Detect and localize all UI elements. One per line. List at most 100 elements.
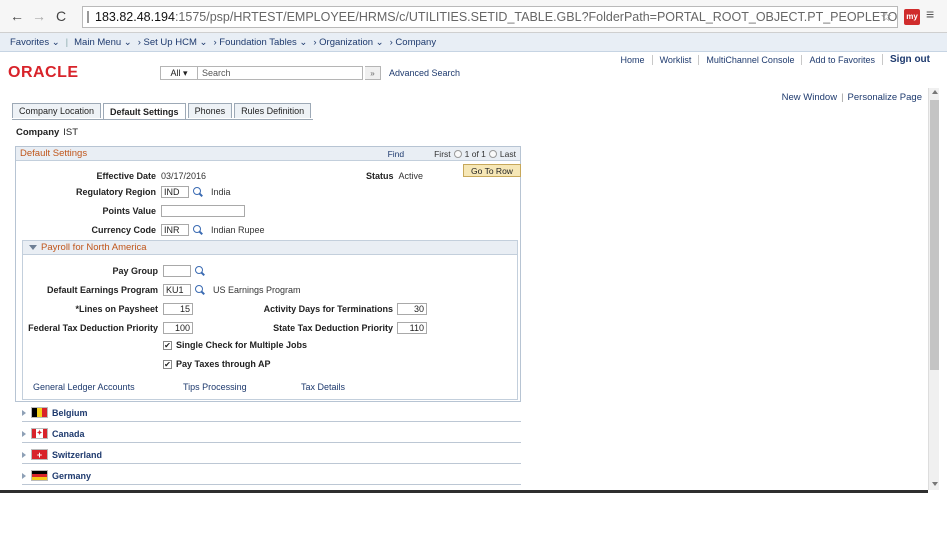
search-scope-select[interactable]: All ▾ — [160, 66, 198, 80]
multichannel-console-link[interactable]: MultiChannel Console — [698, 54, 801, 65]
search-area: All ▾ Search » Advanced Search — [160, 66, 460, 80]
browser-menu-icon[interactable]: ≡ — [926, 6, 934, 22]
next-row-icon[interactable] — [488, 150, 497, 158]
company-value: IST — [63, 127, 79, 138]
single-check-checkbox[interactable]: ✔ — [163, 340, 172, 350]
tax-details-link[interactable]: Tax Details — [301, 382, 345, 392]
favorites-menu[interactable]: Favorites ⌄ — [10, 37, 60, 48]
currency-code-input[interactable]: INR — [161, 224, 189, 236]
effective-date-value: 03/17/2016 — [161, 171, 207, 181]
extension-icon[interactable]: my — [904, 9, 920, 25]
pay-group-row: Pay Group — [23, 265, 205, 277]
collapse-triangle-icon[interactable] — [29, 245, 37, 250]
previous-row-icon[interactable] — [453, 150, 462, 158]
add-to-favorites-link[interactable]: Add to Favorites — [801, 54, 882, 65]
breadcrumb-setup-hcm[interactable]: › Set Up HCM ⌄ — [138, 37, 208, 48]
tab-company-location[interactable]: Company Location — [12, 103, 102, 118]
company-line: Company IST — [16, 127, 78, 138]
expand-triangle-icon[interactable] — [22, 451, 26, 458]
currency-code-lookup-icon[interactable] — [193, 225, 203, 235]
canada-flag-icon: ✦ — [31, 428, 48, 439]
currency-code-row: Currency Code INR Indian Rupee — [16, 224, 265, 236]
single-check-label: Single Check for Multiple Jobs — [176, 340, 308, 350]
bookmark-star-icon[interactable]: ☆ — [880, 9, 892, 25]
back-icon[interactable]: ← — [8, 7, 26, 25]
country-section-canada[interactable]: ✦ Canada — [22, 425, 521, 443]
country-section-germany[interactable]: Germany — [22, 467, 521, 485]
pay-group-input[interactable] — [163, 265, 191, 277]
personalize-page-link[interactable]: Personalize Page — [848, 92, 922, 103]
go-to-row-button[interactable]: Go To Row — [463, 164, 521, 177]
expand-triangle-icon[interactable] — [22, 472, 26, 479]
tab-phones[interactable]: Phones — [187, 103, 233, 118]
payroll-section: Payroll for North America Pay Group Defa… — [22, 240, 518, 400]
lines-on-paysheet-label: *Lines on Paysheet — [75, 304, 158, 314]
country-name: Germany — [52, 470, 92, 481]
federal-tax-priority-input[interactable]: 100 — [163, 322, 193, 334]
reload-icon[interactable]: C — [52, 7, 70, 25]
activity-days-label: Activity Days for Terminations — [263, 304, 393, 314]
horizontal-scrollbar[interactable] — [0, 490, 928, 493]
status-label: Status — [366, 171, 394, 181]
expand-triangle-icon[interactable] — [22, 409, 26, 416]
state-tax-priority-label: State Tax Deduction Priority — [273, 323, 393, 333]
search-go-button[interactable]: » — [365, 66, 381, 80]
switzerland-flag-icon: + — [31, 449, 48, 460]
regulatory-region-lookup-icon[interactable] — [193, 187, 203, 197]
earnings-program-lookup-icon[interactable] — [195, 285, 205, 295]
earnings-program-label: Default Earnings Program — [46, 285, 158, 295]
pay-group-lookup-icon[interactable] — [195, 266, 205, 276]
lines-on-paysheet-input[interactable]: 15 — [163, 303, 193, 315]
currency-code-desc: Indian Rupee — [211, 225, 265, 235]
tab-bar: Company Location Default Settings Phones… — [12, 103, 314, 120]
find-link[interactable]: Find — [388, 149, 405, 159]
home-link[interactable]: Home — [614, 55, 652, 65]
payroll-section-title: Payroll for North America — [41, 242, 147, 253]
tab-rules-definition[interactable]: Rules Definition — [234, 103, 312, 118]
currency-code-label: Currency Code — [91, 225, 156, 235]
general-ledger-accounts-link[interactable]: General Ledger Accounts — [33, 382, 135, 392]
forward-icon[interactable]: → — [30, 7, 48, 25]
activity-days-input[interactable]: 30 — [397, 303, 427, 315]
federal-tax-priority-label: Federal Tax Deduction Priority — [28, 323, 158, 333]
country-section-switzerland[interactable]: + Switzerland — [22, 446, 521, 464]
pay-taxes-row: ✔ Pay Taxes through AP — [163, 359, 271, 369]
breadcrumb-foundation-tables[interactable]: › Foundation Tables ⌄ — [213, 37, 307, 48]
last-link[interactable]: Last — [500, 149, 516, 159]
row-navigator: Find First 1 of 1 Last — [388, 149, 516, 159]
tab-default-settings[interactable]: Default Settings — [103, 103, 186, 119]
address-bar[interactable]: 183.82.48.194:1575/psp/HRTEST/EMPLOYEE/H… — [82, 6, 898, 28]
payroll-section-header[interactable]: Payroll for North America — [23, 241, 517, 255]
pay-taxes-checkbox[interactable]: ✔ — [163, 359, 172, 369]
points-value-input[interactable] — [161, 205, 245, 217]
pay-group-label: Pay Group — [112, 266, 158, 276]
scroll-down-icon[interactable] — [932, 482, 938, 486]
browser-toolbar: ← → C 183.82.48.194:1575/psp/HRTEST/EMPL… — [0, 0, 947, 33]
country-section-belgium[interactable]: Belgium — [22, 404, 521, 422]
scroll-up-icon[interactable] — [932, 90, 938, 94]
advanced-search-link[interactable]: Advanced Search — [389, 68, 460, 78]
earnings-program-input[interactable]: KU1 — [163, 284, 191, 296]
vertical-scrollbar[interactable] — [928, 88, 939, 490]
status-value: Active — [398, 171, 424, 181]
tips-processing-link[interactable]: Tips Processing — [183, 382, 247, 392]
lines-on-paysheet-row: *Lines on Paysheet 15 — [23, 303, 193, 315]
main-menu[interactable]: Main Menu ⌄ — [74, 37, 132, 48]
regulatory-region-input[interactable]: IND — [161, 186, 189, 198]
country-name: Belgium — [52, 407, 88, 418]
breadcrumb-company[interactable]: › Company — [390, 37, 436, 48]
expand-triangle-icon[interactable] — [22, 430, 26, 437]
state-tax-priority-input[interactable]: 110 — [397, 322, 427, 334]
status-row: Status Active — [366, 171, 423, 181]
worklist-link[interactable]: Worklist — [651, 54, 699, 65]
first-link[interactable]: First — [434, 149, 451, 159]
germany-flag-icon — [31, 470, 48, 481]
scroll-thumb[interactable] — [930, 100, 939, 370]
breadcrumb-organization[interactable]: › Organization ⌄ — [313, 37, 383, 48]
sign-out-link[interactable]: Sign out — [882, 54, 937, 65]
pay-taxes-label: Pay Taxes through AP — [176, 359, 271, 369]
regulatory-region-label: Regulatory Region — [75, 187, 156, 197]
new-window-link[interactable]: New Window — [782, 92, 837, 103]
effective-date-row: Effective Date 03/17/2016 — [16, 171, 206, 181]
search-input[interactable]: Search — [198, 66, 363, 80]
